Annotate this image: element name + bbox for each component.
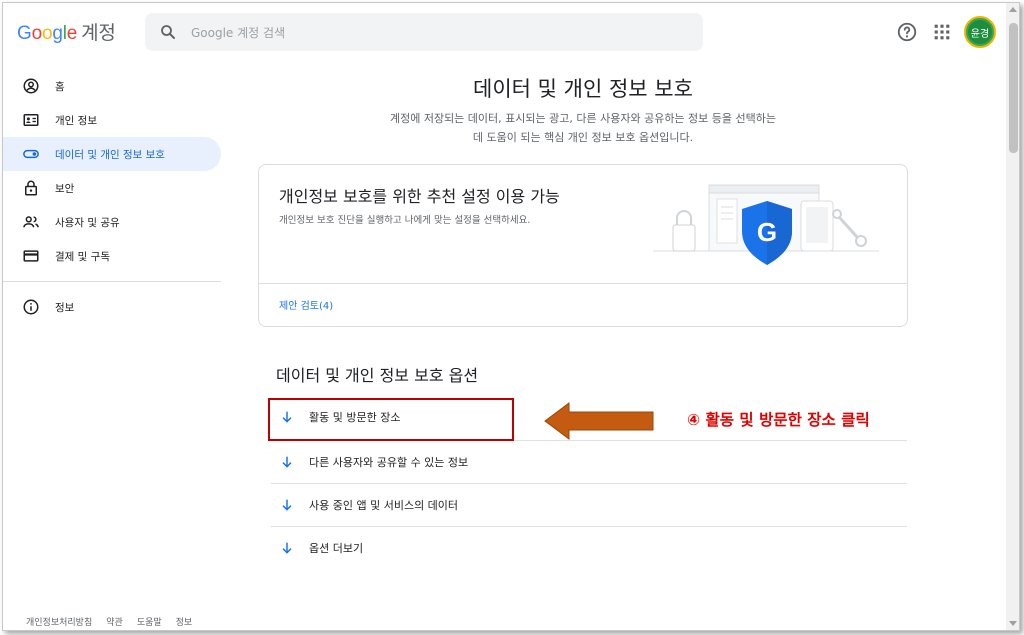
search-icon bbox=[161, 25, 175, 39]
sidebar-item-personal-info[interactable]: 개인 정보 bbox=[3, 103, 221, 137]
logo-letter: g bbox=[52, 23, 63, 44]
scroll-down-icon[interactable] bbox=[1009, 621, 1017, 626]
card-divider bbox=[259, 283, 907, 284]
arrow-down-icon bbox=[282, 499, 292, 511]
shield-letter: G bbox=[757, 217, 777, 247]
sidebar-item-home[interactable]: 홈 bbox=[3, 69, 221, 103]
apps-grid-icon[interactable] bbox=[931, 21, 953, 43]
option-more[interactable]: 옵션 더보기 bbox=[271, 527, 907, 569]
arrow-down-icon bbox=[282, 456, 292, 468]
logo-letter: o bbox=[31, 23, 43, 44]
logo-letter: G bbox=[17, 23, 32, 44]
search-input[interactable]: Google 계정 검색 bbox=[145, 13, 703, 51]
sidebar-item-label: 정보 bbox=[55, 301, 75, 314]
search-placeholder: Google 계정 검색 bbox=[191, 26, 286, 40]
sidebar-item-label: 홈 bbox=[55, 80, 65, 93]
shield-illustration-icon: G bbox=[653, 184, 879, 265]
page-subtitle-line: 계정에 저장되는 데이터, 표시되는 광고, 다른 사용자와 공유하는 정보 등… bbox=[389, 112, 777, 125]
sidebar-item-payments[interactable]: 결제 및 구독 bbox=[3, 239, 221, 273]
footer-link-about[interactable]: 정보 bbox=[176, 615, 193, 628]
sidebar-item-people-sharing[interactable]: 사용자 및 공유 bbox=[3, 205, 221, 239]
sidebar-item-label: 데이터 및 개인 정보 보호 bbox=[55, 148, 165, 161]
sidebar-item-label: 보안 bbox=[55, 182, 75, 195]
help-icon[interactable] bbox=[896, 21, 918, 43]
sidebar-item-security[interactable]: 보안 bbox=[3, 171, 221, 205]
annotation-text: ④ 활동 및 방문한 장소 클릭 bbox=[687, 411, 870, 429]
sidebar-item-label: 사용자 및 공유 bbox=[55, 216, 120, 229]
option-shareable-info[interactable]: 다른 사용자와 공유할 수 있는 정보 bbox=[271, 441, 907, 483]
footer-link-terms[interactable]: 약관 bbox=[106, 615, 123, 628]
toggle-icon bbox=[21, 144, 41, 164]
sidebar-divider bbox=[3, 281, 221, 282]
browser-frame: Google 계정 Google 계정 검색 윤경 홈 개인 정보 데이터 및 … bbox=[2, 2, 1020, 631]
logo-letter: e bbox=[66, 23, 78, 44]
lock-icon bbox=[21, 178, 41, 198]
card-title: 개인정보 보호를 위한 추천 설정 이용 가능 bbox=[279, 187, 560, 206]
home-icon bbox=[21, 76, 41, 96]
credit-card-icon bbox=[21, 246, 41, 266]
annotation-highlight-box bbox=[268, 398, 514, 441]
page-subtitle: 계정에 저장되는 데이터, 표시되는 광고, 다른 사용자와 공유하는 정보 등… bbox=[333, 109, 833, 147]
section-title: 데이터 및 개인 정보 보호 옵션 bbox=[276, 366, 479, 385]
sidebar-item-about[interactable]: 정보 bbox=[3, 290, 221, 324]
option-label: 옵션 더보기 bbox=[309, 542, 364, 555]
option-app-data[interactable]: 사용 중인 앱 및 서비스의 데이터 bbox=[271, 484, 907, 526]
option-label: 사용 중인 앱 및 서비스의 데이터 bbox=[309, 499, 459, 512]
scroll-up-icon[interactable] bbox=[1009, 7, 1017, 12]
arrow-down-icon bbox=[282, 542, 292, 554]
top-bar: Google 계정 Google 계정 검색 윤경 bbox=[3, 3, 1003, 63]
people-icon bbox=[21, 212, 41, 232]
privacy-checkup-card: 개인정보 보호를 위한 추천 설정 이용 가능 개인정보 보호 진단을 실행하고… bbox=[258, 164, 908, 327]
page-subtitle-line: 데 도움이 되는 핵심 개인 정보 보호 옵션입니다. bbox=[472, 131, 694, 144]
avatar[interactable]: 윤경 bbox=[964, 16, 996, 48]
review-suggestions-link[interactable]: 제안 검토(4) bbox=[279, 297, 333, 312]
google-account-logo[interactable]: Google 계정 bbox=[17, 18, 116, 45]
option-label: 다른 사용자와 공유할 수 있는 정보 bbox=[309, 456, 469, 469]
footer-link-privacy[interactable]: 개인정보처리방침 bbox=[26, 615, 92, 628]
logo-account-label: 계정 bbox=[81, 23, 116, 44]
page-title: 데이터 및 개인 정보 보호 bbox=[473, 77, 693, 101]
id-card-icon bbox=[21, 110, 41, 130]
scrollbar[interactable] bbox=[1006, 3, 1019, 630]
logo-letter: o bbox=[41, 23, 53, 44]
sidebar-item-label: 개인 정보 bbox=[55, 114, 97, 127]
sidebar-item-data-privacy[interactable]: 데이터 및 개인 정보 보호 bbox=[3, 137, 221, 171]
card-description: 개인정보 보호 진단을 실행하고 나에게 맞는 설정을 선택하세요. bbox=[279, 215, 531, 226]
scrollbar-thumb[interactable] bbox=[1009, 23, 1018, 153]
info-icon bbox=[21, 297, 41, 317]
footer-links: 개인정보처리방침 약관 도움말 정보 bbox=[26, 615, 192, 628]
sidebar-item-label: 결제 및 구독 bbox=[55, 250, 110, 263]
footer-link-help[interactable]: 도움말 bbox=[137, 615, 162, 628]
annotation-arrow-icon bbox=[544, 402, 654, 440]
sidebar: 홈 개인 정보 데이터 및 개인 정보 보호 보안 사용자 및 공유 결제 및 … bbox=[3, 69, 221, 324]
